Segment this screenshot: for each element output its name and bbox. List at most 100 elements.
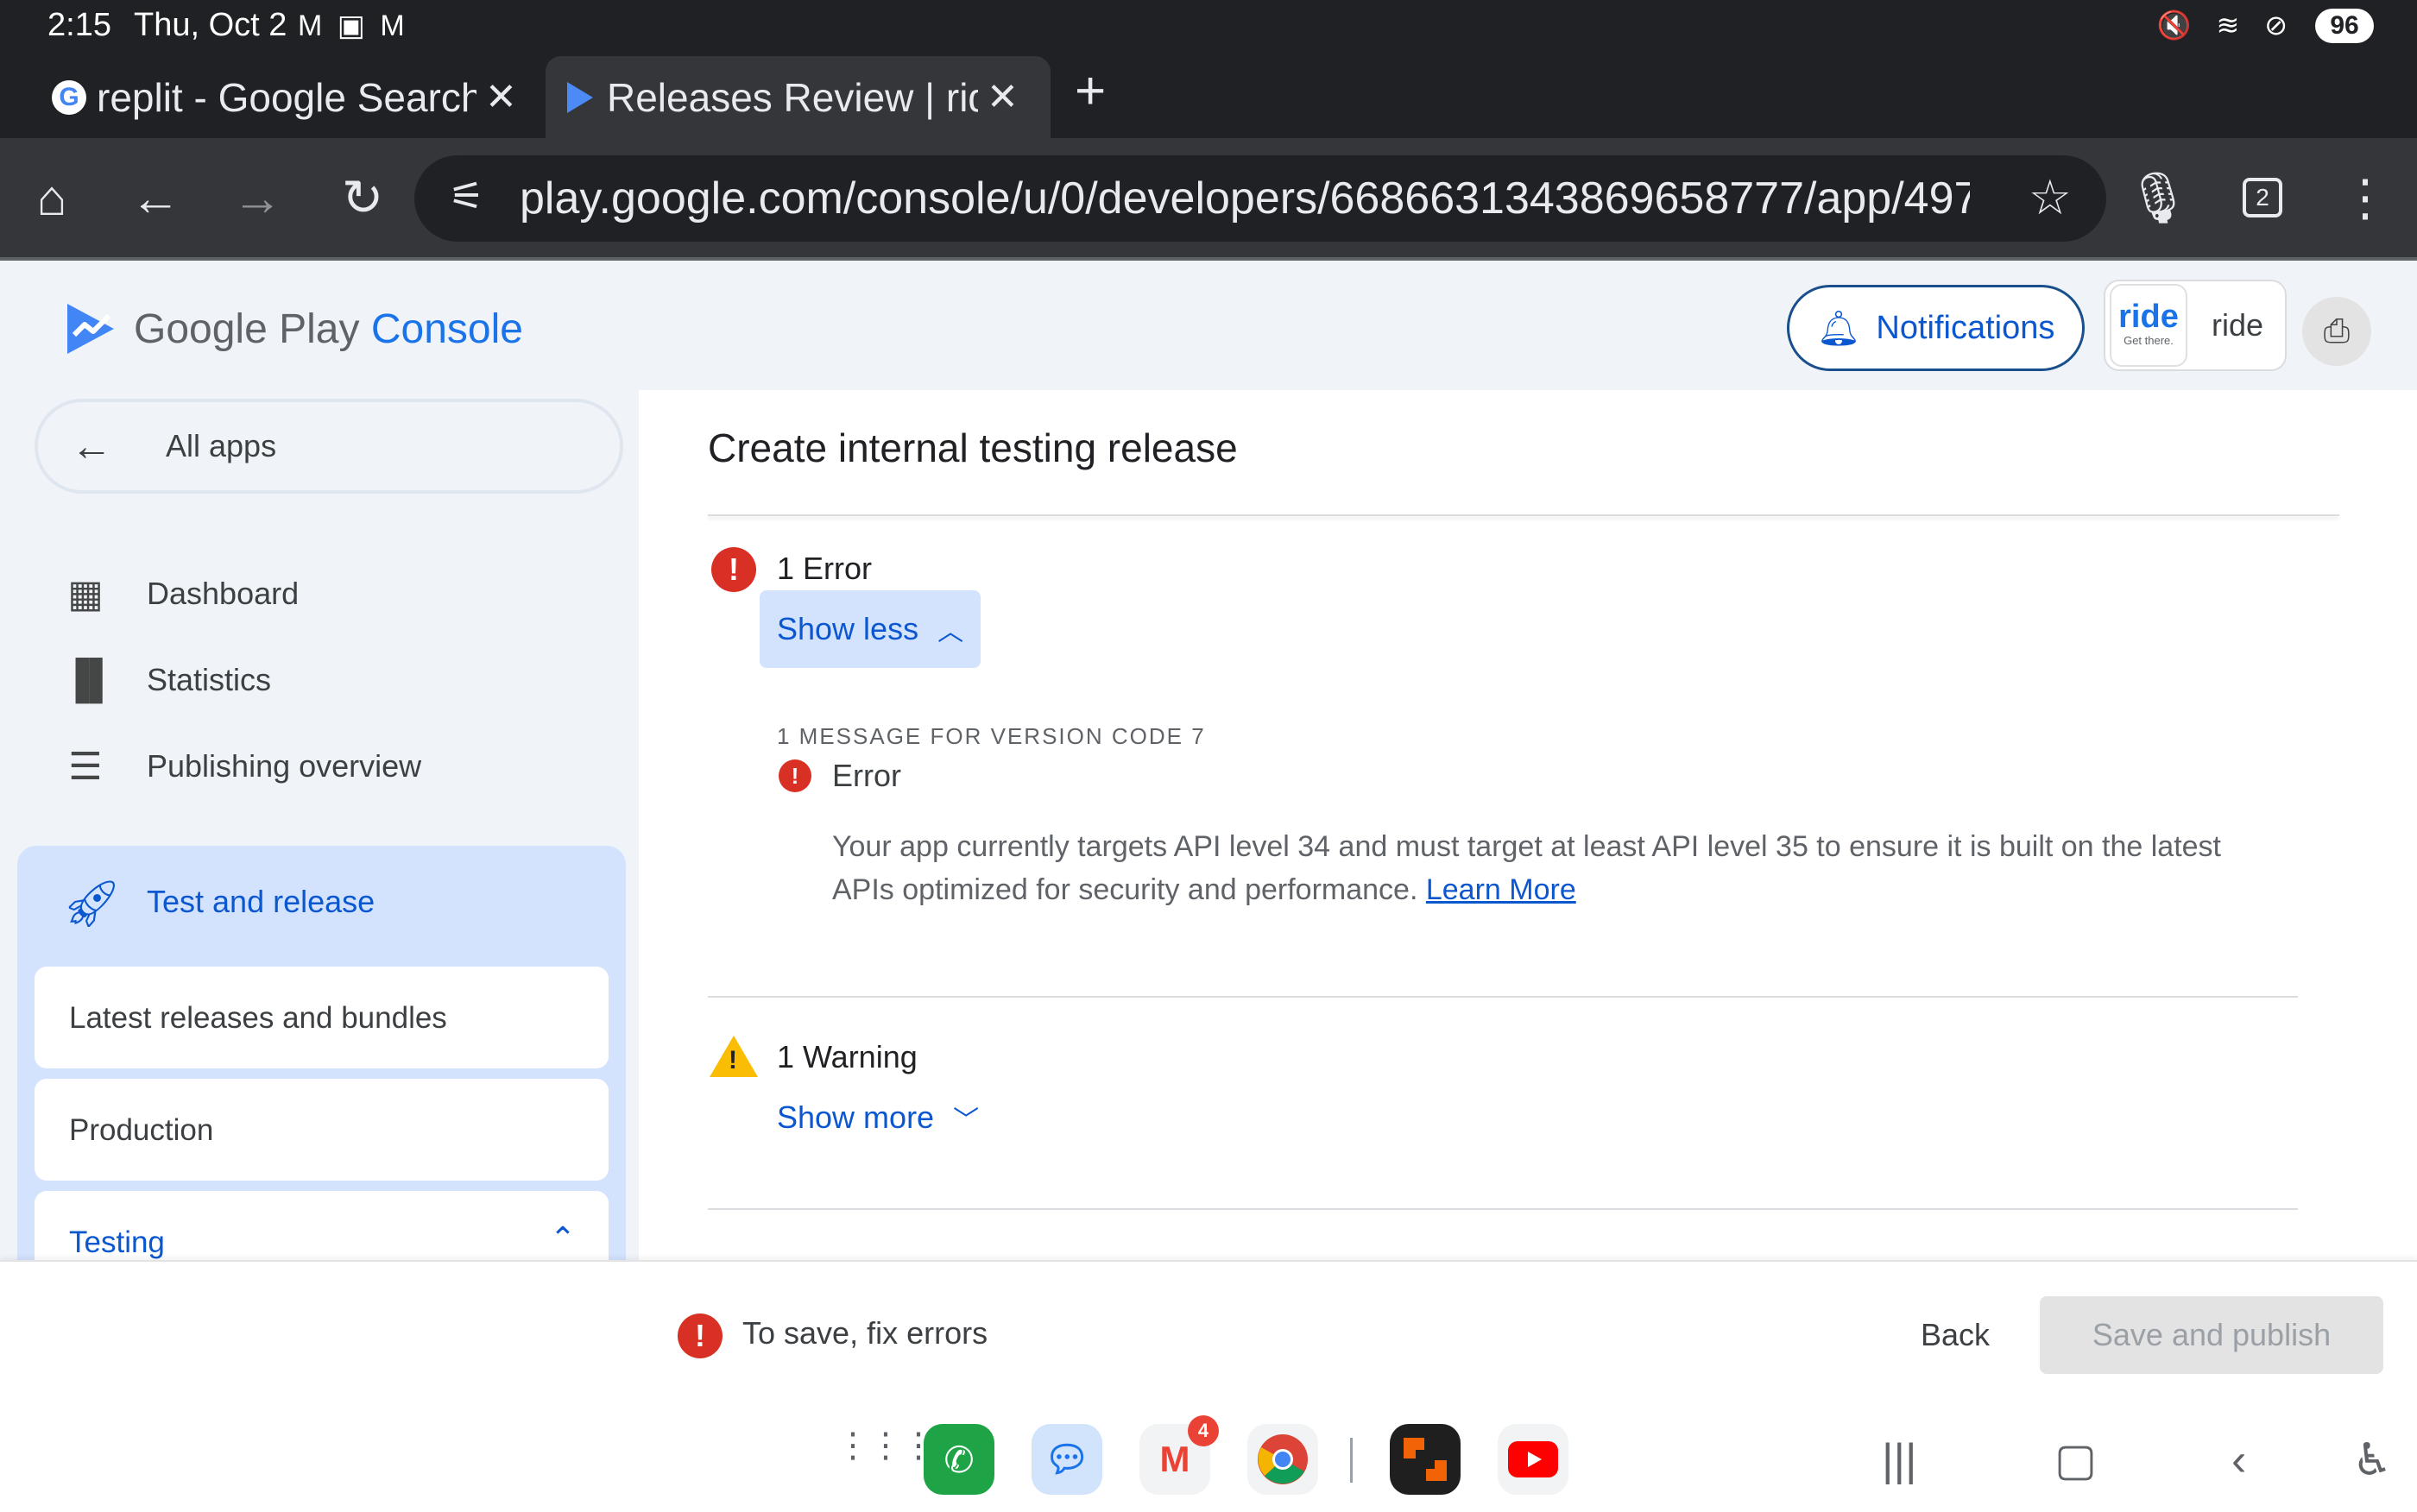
- play-console-logo-icon[interactable]: [62, 300, 119, 357]
- chrome-icon[interactable]: [1247, 1424, 1318, 1495]
- main-content: Create internal testing release ! 1 Erro…: [641, 399, 2417, 1260]
- browser-tab[interactable]: G replit - Google Search ✕: [52, 56, 535, 138]
- publishing-overview-icon: ☰: [68, 745, 103, 788]
- sidebar-item-test-and-release[interactable]: 🚀︎ Test and release: [17, 863, 626, 941]
- more-vert-icon[interactable]: ⋮: [2331, 164, 2400, 233]
- notification-icons: M ▣ M: [298, 9, 408, 42]
- android-taskbar: ⋮⋮⋮ ✆ 💬︎ M 4 ||| ▢ ‹ ♿︎: [0, 1407, 2417, 1512]
- app-logo: ride Get there.: [2110, 284, 2187, 367]
- phone-icon[interactable]: ✆: [924, 1424, 994, 1495]
- back-nav-icon[interactable]: ‹: [2231, 1436, 2246, 1484]
- site-info-icon[interactable]: ⚟: [449, 173, 484, 219]
- version-code-caption: 1 MESSAGE FOR VERSION CODE 7: [777, 723, 1206, 749]
- notifications-button[interactable]: 🔔︎ Notifications: [1787, 285, 2085, 371]
- accessibility-icon[interactable]: ♿︎: [2352, 1436, 2393, 1484]
- google-g-icon: G: [52, 79, 86, 115]
- sidebar-item-testing[interactable]: Testing ⌃: [35, 1191, 609, 1260]
- back-icon[interactable]: ←: [121, 164, 190, 233]
- chevron-down-icon: ﹀: [953, 1106, 980, 1135]
- chevron-up-icon[interactable]: ⌃: [550, 1220, 576, 1257]
- brand-console: Console: [370, 306, 523, 352]
- tab-switcher-icon[interactable]: 2: [2243, 178, 2282, 217]
- sidebar-item-latest-releases[interactable]: Latest releases and bundles: [35, 967, 609, 1068]
- sidebar-item-label: Test and release: [147, 884, 375, 919]
- title-divider: [708, 514, 2339, 516]
- notifications-label: Notifications: [1876, 309, 2055, 346]
- gmail-icon[interactable]: M 4: [1139, 1415, 1219, 1495]
- sidebar-item-statistics[interactable]: ▐▌ Statistics: [0, 646, 639, 715]
- error-icon: !: [711, 547, 756, 592]
- release-action-bar: ! To save, fix errors Back Save and publ…: [0, 1260, 2417, 1407]
- all-apps-button[interactable]: ← All apps: [35, 399, 623, 494]
- sidebar-item-label: Testing: [69, 1225, 165, 1259]
- back-arrow-icon: ←: [71, 423, 112, 469]
- sidebar-item-label: Production: [69, 1113, 214, 1147]
- new-tab-button[interactable]: +: [1075, 60, 1106, 122]
- brand-google-play: Google Play: [134, 306, 360, 352]
- play-console-header: Google Play Console 🔔︎ Notifications rid…: [0, 261, 2417, 390]
- show-less-button[interactable]: Show less ︿: [760, 590, 981, 668]
- forward-icon[interactable]: →: [223, 164, 292, 233]
- star-icon[interactable]: ☆: [2029, 169, 2072, 226]
- save-error-text: To save, fix errors: [742, 1315, 988, 1351]
- warning-count-title: 1 Warning: [777, 1039, 918, 1074]
- sidebar-item-production[interactable]: Production: [35, 1079, 609, 1181]
- app-drawer-icon[interactable]: ⋮⋮⋮: [836, 1428, 936, 1463]
- page-title: Create internal testing release: [708, 425, 1238, 470]
- error-message-label: Error: [832, 758, 901, 793]
- app-selector[interactable]: ride Get there. ride: [2104, 280, 2287, 371]
- error-icon: !: [779, 759, 811, 792]
- gmail-badge: 4: [1188, 1415, 1219, 1446]
- error-icon: !: [678, 1314, 723, 1358]
- app-icon[interactable]: [1390, 1424, 1461, 1495]
- rocket-icon: 🚀︎: [62, 878, 122, 929]
- save-and-publish-button[interactable]: Save and publish: [2040, 1296, 2383, 1374]
- back-button[interactable]: Back: [1899, 1298, 2011, 1372]
- dashboard-icon: ▦: [67, 572, 104, 615]
- sidebar-item-label: Dashboard: [147, 576, 300, 611]
- play-console-wordmark[interactable]: Google Play Console: [134, 306, 523, 353]
- error-count-title: 1 Error: [777, 551, 873, 586]
- show-less-label: Show less: [777, 611, 919, 646]
- show-more-label: Show more: [777, 1099, 935, 1135]
- sidebar: ← All apps ▦ Dashboard ▐▌ Statistics ☰ P…: [0, 390, 639, 1260]
- browser-tab-active[interactable]: Releases Review | ride ✕: [546, 56, 1051, 138]
- app-name: ride: [2212, 307, 2264, 343]
- url-text[interactable]: play.google.com/console/u/0/developers/6…: [520, 173, 1970, 224]
- learn-more-link[interactable]: Learn More: [1426, 873, 1576, 906]
- bar-chart-icon: ▐▌: [62, 658, 117, 701]
- system-status-icons: 🔇 ≋ ⊘: [2156, 9, 2296, 41]
- browser-toolbar: ⌂ ← → ↻ ⚟ play.google.com/console/u/0/de…: [0, 138, 2417, 261]
- tab-title: replit - Google Search: [97, 74, 476, 120]
- address-bar[interactable]: ⚟ play.google.com/console/u/0/developers…: [414, 155, 2106, 242]
- browser-tab-strip: G replit - Google Search ✕ Releases Revi…: [0, 52, 2417, 138]
- close-icon[interactable]: ✕: [485, 75, 517, 119]
- sidebar-item-dashboard[interactable]: ▦ Dashboard: [0, 559, 639, 628]
- section-divider: [708, 996, 2298, 998]
- error-message-body: Your app currently targets API level 34 …: [832, 830, 2222, 906]
- tab-title: Releases Review | ride: [607, 74, 978, 120]
- test-and-release-section: 🚀︎ Test and release Latest releases and …: [17, 846, 626, 1260]
- sidebar-item-label: Latest releases and bundles: [69, 1001, 447, 1035]
- status-bar: 2:15 Thu, Oct 2 M ▣ M 🔇 ≋ ⊘ 96: [0, 0, 2417, 52]
- messages-icon[interactable]: 💬︎: [1032, 1424, 1102, 1495]
- status-time: 2:15: [47, 7, 111, 43]
- show-more-button[interactable]: Show more ﹀: [760, 1079, 996, 1156]
- chevron-up-icon: ︿: [937, 618, 964, 646]
- recents-icon[interactable]: |||: [1882, 1436, 1917, 1484]
- home-nav-icon[interactable]: ▢: [2054, 1436, 2097, 1484]
- close-icon[interactable]: ✕: [987, 75, 1019, 119]
- youtube-icon[interactable]: [1498, 1424, 1568, 1495]
- battery-indicator: 96: [2315, 9, 2374, 43]
- account-icon[interactable]: ⎙: [2302, 297, 2371, 366]
- sidebar-item-label: Publishing overview: [147, 748, 422, 784]
- mic-icon[interactable]: 🎙: [2124, 164, 2193, 233]
- reload-icon[interactable]: ↻: [328, 164, 397, 233]
- all-apps-label: All apps: [166, 428, 277, 463]
- section-divider: [708, 1208, 2298, 1210]
- dock-separator: [1350, 1438, 1353, 1483]
- play-console-icon: [567, 81, 593, 113]
- sidebar-item-publishing-overview[interactable]: ☰ Publishing overview: [0, 732, 639, 801]
- home-icon[interactable]: ⌂: [17, 164, 86, 233]
- status-date: Thu, Oct 2: [134, 7, 287, 43]
